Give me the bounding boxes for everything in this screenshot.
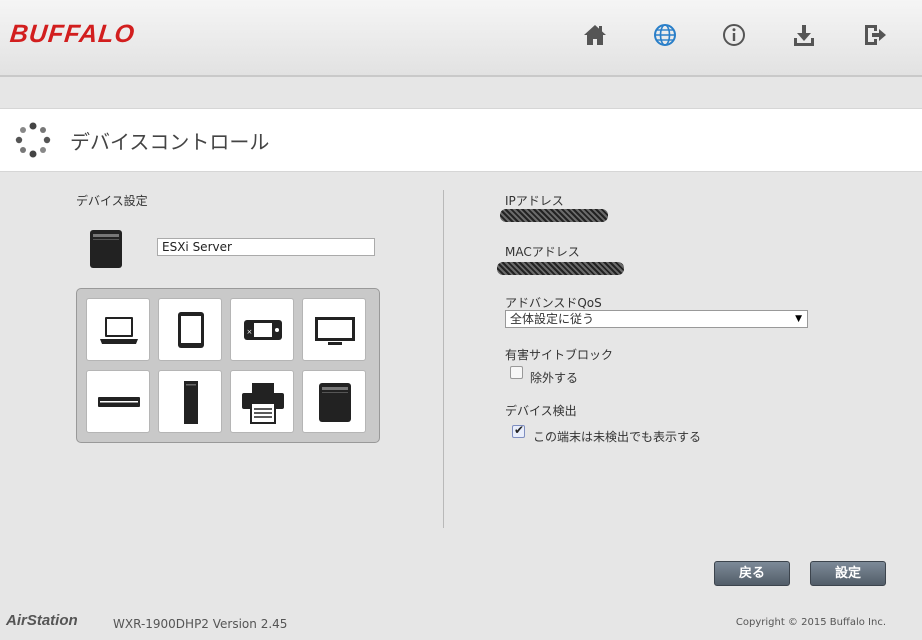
device-type-tablet[interactable] (158, 298, 222, 361)
device-type-recorder[interactable] (86, 370, 150, 433)
apply-settings-button[interactable]: 設定 (810, 561, 886, 586)
ip-address-value-redacted (500, 209, 608, 222)
laptop-icon (100, 317, 138, 344)
download-icon[interactable] (791, 22, 817, 48)
show-undetected-checkbox[interactable]: ✔ (512, 423, 525, 438)
device-type-tower-pc[interactable] (158, 370, 222, 433)
device-type-grid: × (76, 288, 380, 443)
nas-icon (319, 383, 351, 422)
header-bar: BUFFALO (0, 0, 922, 77)
page-title: デバイスコントロール (70, 130, 270, 154)
harmful-site-block-label: 有害サイトブロック (505, 348, 614, 362)
advanced-qos-selected-value: 全体設定に従う (510, 312, 595, 326)
spinner-dots-icon (14, 121, 52, 159)
device-type-laptop[interactable] (86, 298, 150, 361)
mac-address-label: MACアドレス (505, 245, 580, 259)
back-button[interactable]: 戻る (714, 561, 790, 586)
device-type-printer[interactable] (230, 370, 294, 433)
printer-icon (242, 383, 284, 424)
airstation-logo: AirStation (6, 612, 78, 629)
game-console-icon: × (244, 320, 282, 340)
checkmark-icon: ✔ (514, 423, 525, 437)
internet-globe-icon[interactable] (652, 22, 678, 48)
svg-text:×: × (247, 328, 253, 336)
info-icon[interactable] (721, 22, 747, 48)
tablet-icon (178, 312, 204, 348)
show-undetected-option-label: この端末は未検出でも表示する (533, 430, 702, 444)
recorder-icon (98, 397, 140, 407)
device-name-input[interactable] (157, 238, 375, 256)
device-settings-label: デバイス設定 (76, 194, 148, 208)
ip-address-label: IPアドレス (505, 194, 564, 208)
exclude-block-checkbox[interactable] (510, 366, 523, 379)
advanced-qos-select[interactable]: 全体設定に従う ▼ (505, 310, 808, 328)
tv-icon (315, 317, 355, 345)
device-type-tv[interactable] (302, 298, 366, 361)
column-divider (443, 190, 444, 528)
page-title-bar: デバイスコントロール (0, 108, 922, 172)
tower-pc-icon (184, 381, 198, 424)
home-icon[interactable] (582, 22, 608, 48)
exclude-block-option-label: 除外する (530, 371, 579, 385)
model-version-text: WXR-1900DHP2 Version 2.45 (113, 617, 288, 631)
device-type-nas[interactable] (302, 370, 366, 433)
buffalo-logo: BUFFALO (8, 20, 137, 48)
logout-icon[interactable] (861, 22, 887, 48)
mac-address-value-redacted (497, 262, 624, 275)
dropdown-arrow-icon: ▼ (795, 314, 802, 324)
advanced-qos-label: アドバンスドQoS (505, 296, 602, 310)
selected-device-nas-icon (89, 229, 123, 269)
device-detection-label: デバイス検出 (505, 404, 577, 418)
device-type-game-console[interactable]: × (230, 298, 294, 361)
copyright-text: Copyright © 2015 Buffalo Inc. (735, 617, 886, 628)
